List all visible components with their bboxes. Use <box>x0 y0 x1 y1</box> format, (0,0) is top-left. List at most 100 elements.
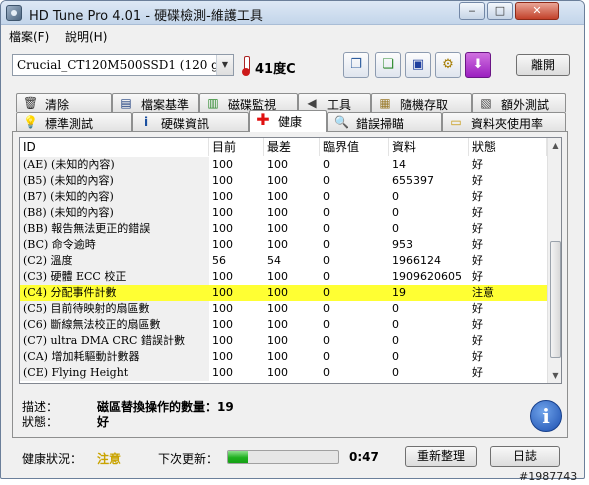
cell-current: 100 <box>212 222 233 235</box>
tab-label: 檔案基準 <box>141 98 190 112</box>
cell-threshold: 0 <box>323 350 330 363</box>
table-row[interactable]: (B7) (未知的內容) 100 100 0 0 好 <box>20 189 547 205</box>
refresh-button[interactable]: 重新整理 <box>405 446 477 467</box>
cell-worst: 100 <box>267 222 288 235</box>
vertical-scrollbar[interactable]: ▲ ▼ <box>547 138 561 383</box>
tab-erase[interactable]: 🗑 清除 <box>16 93 112 112</box>
status-value: 好 <box>97 415 110 429</box>
cell-threshold: 0 <box>323 302 330 315</box>
column-header-id[interactable]: ID <box>20 138 209 156</box>
exit-icon[interactable]: ⬇ <box>465 52 491 78</box>
copy-text-icon[interactable]: ❐ <box>343 52 369 78</box>
title-bar[interactable]: HD Tune Pro 4.01 - 硬碟檢測-維護工具 ‒ □ ✕ <box>1 1 584 25</box>
cell-current: 100 <box>212 302 233 315</box>
cell-current: 100 <box>212 318 233 331</box>
speaker-icon: ◀ <box>307 96 317 110</box>
cell-threshold: 0 <box>323 190 330 203</box>
scroll-up-icon[interactable]: ▲ <box>548 138 561 153</box>
table-row[interactable]: (C6) 斷線無法校正的扇區數 100 100 0 0 好 <box>20 317 547 333</box>
cell-data: 0 <box>392 318 399 331</box>
tab-folder-usage[interactable]: ▭ 資料夾使用率 <box>442 112 566 131</box>
cell-id: (CA) 增加耗驅動計數器 <box>20 349 209 365</box>
column-header-status[interactable]: 狀態 <box>469 138 547 156</box>
cell-current: 100 <box>212 350 233 363</box>
tab-label: 清除 <box>45 98 70 112</box>
cell-id: (AE) (未知的內容) <box>20 157 209 173</box>
error-scan-icon: 🔍 <box>334 115 349 129</box>
table-row[interactable]: (C5) 目前待映射的扇區數 100 100 0 0 好 <box>20 301 547 317</box>
drive-select-value: Crucial_CT120M500SSD1 (120 gB) <box>17 58 233 72</box>
cell-threshold: 0 <box>323 158 330 171</box>
save-icon[interactable]: ▣ <box>405 52 431 78</box>
tab-extra-tests[interactable]: ▧ 額外測試 <box>472 93 566 112</box>
cell-data: 0 <box>392 334 399 347</box>
column-header-threshold[interactable]: 臨界值 <box>320 138 389 156</box>
menu-help[interactable]: 說明(H) <box>65 28 107 45</box>
cell-current: 100 <box>212 174 233 187</box>
column-header-worst[interactable]: 最差 <box>264 138 320 156</box>
table-row[interactable]: (BC) 命令逾時 100 100 0 953 好 <box>20 237 547 253</box>
tab-benchmark[interactable]: 💡 標準測試 <box>16 112 132 131</box>
cell-data: 655397 <box>392 174 434 187</box>
column-header-current[interactable]: 目前 <box>209 138 264 156</box>
drive-select[interactable]: Crucial_CT120M500SSD1 (120 gB) ▼ <box>12 54 234 76</box>
update-progress-bar <box>227 450 339 464</box>
tab-label: 隨機存取 <box>400 98 449 112</box>
tab-random-access[interactable]: ▦ 隨機存取 <box>371 93 472 112</box>
close-app-button[interactable]: 離開 <box>516 54 570 76</box>
tab-error-scan[interactable]: 🔍 錯誤掃瞄 <box>327 112 442 131</box>
table-row[interactable]: (B8) (未知的內容) 100 100 0 0 好 <box>20 205 547 221</box>
window-close-button[interactable]: ✕ <box>515 2 559 20</box>
cell-data: 0 <box>392 350 399 363</box>
options-icon[interactable]: ⚙ <box>435 52 461 78</box>
cell-worst: 100 <box>267 302 288 315</box>
file-benchmark-icon: ▤ <box>120 96 132 110</box>
table-row[interactable]: (CA) 增加耗驅動計數器 100 100 0 0 好 <box>20 349 547 365</box>
table-row[interactable]: (C2) 溫度 56 54 0 1966124 好 <box>20 253 547 269</box>
scroll-down-icon[interactable]: ▼ <box>548 368 561 383</box>
disk-monitor-icon: ▥ <box>207 96 219 110</box>
cell-current: 100 <box>212 206 233 219</box>
cell-status: 好 <box>472 334 483 347</box>
info-icon[interactable]: i <box>530 400 562 432</box>
tab-file-benchmark[interactable]: ▤ 檔案基準 <box>112 93 199 112</box>
table-row[interactable]: (C3) 硬體 ECC 校正 100 100 0 1909620605 好 <box>20 269 547 285</box>
menu-file[interactable]: 檔案(F) <box>9 28 49 45</box>
copy-screenshot-icon[interactable]: ❏ <box>375 52 401 78</box>
table-row[interactable]: (C4) 分配事件計數 100 100 0 19 注意 <box>20 285 547 301</box>
tab-health[interactable]: ✚ 健康 <box>249 110 327 132</box>
cell-data: 0 <box>392 222 399 235</box>
tab-label: 硬碟資訊 <box>161 117 210 131</box>
table-row[interactable]: (AE) (未知的內容) 100 100 0 14 好 <box>20 157 547 173</box>
minimize-button[interactable]: ‒ <box>459 2 485 20</box>
description-value: 磁區替換操作的數量：19 <box>97 400 234 414</box>
cell-status: 好 <box>472 254 483 267</box>
window-title: HD Tune Pro 4.01 - 硬碟檢測-維護工具 <box>29 9 263 24</box>
cell-id: (B5) (未知的內容) <box>20 173 209 189</box>
cell-threshold: 0 <box>320 285 389 301</box>
app-icon <box>6 5 22 21</box>
column-header-data[interactable]: 資料 <box>389 138 469 156</box>
cell-id: (CE) Flying Height <box>20 365 209 381</box>
cell-worst: 100 <box>267 350 288 363</box>
cell-id: (C7) ultra DMA CRC 錯誤計數 <box>20 333 209 349</box>
cell-id: (C2) 溫度 <box>20 253 209 269</box>
cell-current: 56 <box>212 254 226 267</box>
tab-label: 資料夾使用率 <box>471 117 544 131</box>
next-update-label: 下次更新： <box>158 452 219 466</box>
chevron-down-icon[interactable]: ▼ <box>216 55 233 75</box>
cell-threshold: 0 <box>323 206 330 219</box>
cell-worst: 100 <box>267 174 288 187</box>
cell-threshold: 0 <box>323 238 330 251</box>
scroll-thumb[interactable] <box>550 241 561 358</box>
table-row[interactable]: (C7) ultra DMA CRC 錯誤計數 100 100 0 0 好 <box>20 333 547 349</box>
tab-info[interactable]: i 硬碟資訊 <box>132 112 249 131</box>
cell-status: 好 <box>472 190 483 203</box>
table-row[interactable]: (BB) 報告無法更正的錯誤 100 100 0 0 好 <box>20 221 547 237</box>
log-button[interactable]: 日誌 <box>490 446 560 467</box>
maximize-button[interactable]: □ <box>487 2 513 20</box>
random-access-icon: ▦ <box>379 96 391 110</box>
cell-worst: 100 <box>267 334 288 347</box>
table-row[interactable]: (CE) Flying Height 100 100 0 0 好 <box>20 365 547 381</box>
table-row[interactable]: (B5) (未知的內容) 100 100 0 655397 好 <box>20 173 547 189</box>
